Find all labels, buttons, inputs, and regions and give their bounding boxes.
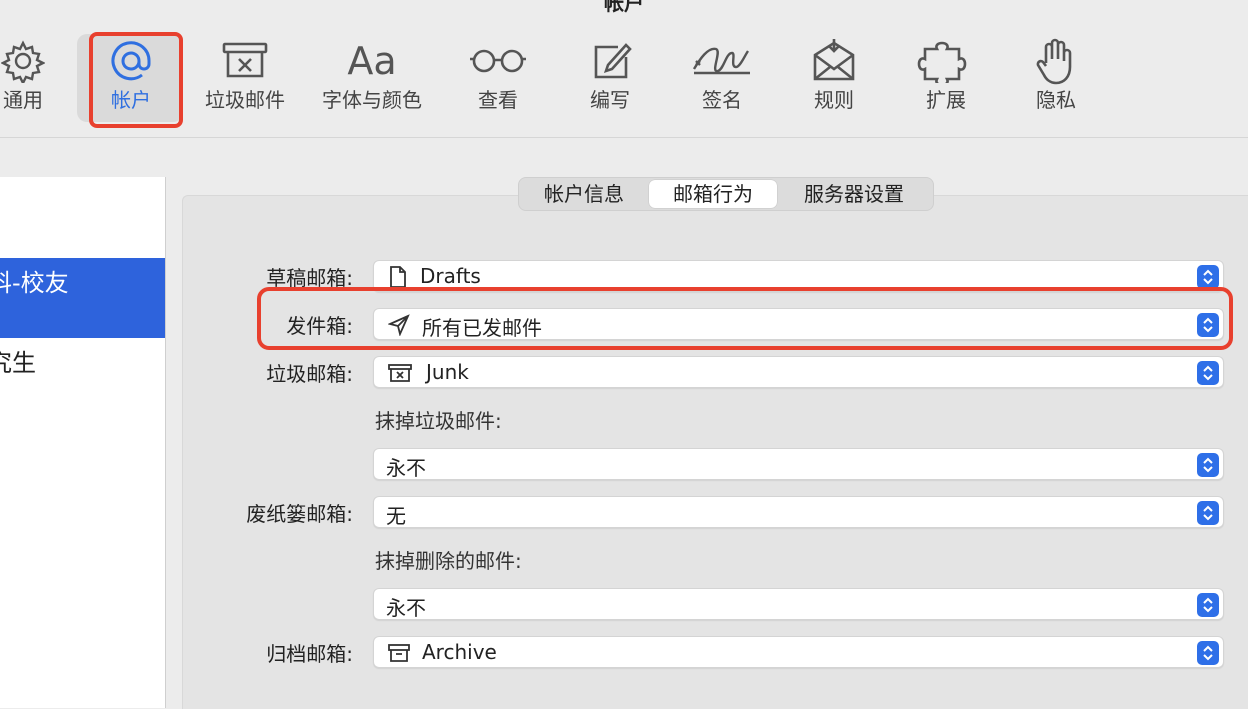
tab-mailbox-behaviors[interactable]: 邮箱行为 [649,180,777,208]
toolbar-privacy[interactable]: 隐私 [1024,34,1088,124]
toolbar-composing-label: 编写 [590,88,630,112]
sidebar-account-graduate[interactable]: 究生 [0,338,165,418]
document-icon [388,266,408,288]
junk-tray-icon [197,34,293,88]
erase-junk-value: 永不 [386,456,426,480]
erase-deleted-label: 抹掉删除的邮件: [375,549,522,573]
hand-icon [1024,34,1088,88]
archive-mailbox-popup[interactable]: Archive [373,636,1224,668]
trash-mailbox-value: 无 [386,504,406,528]
popup-stepper-icon [1197,593,1219,617]
toolbar-viewing-label: 查看 [478,88,518,112]
toolbar-fonts-colors[interactable]: Aa 字体与颜色 [312,34,432,124]
sent-row-highlight-box [257,287,1233,350]
trash-mailbox-label: 废纸篓邮箱: [246,502,353,526]
junk-mailbox-value: Junk [426,360,469,384]
toolbar-junk[interactable]: 垃圾邮件 [197,34,293,124]
rules-envelope-icon [802,34,866,88]
erase-junk-label: 抹掉垃圾邮件: [375,409,502,433]
compose-icon [578,34,642,88]
popup-stepper-icon [1197,641,1219,665]
sidebar-account-label: 科-校友 [0,269,69,297]
tab-account-info[interactable]: 帐户信息 [519,180,649,208]
toolbar-signatures[interactable]: 签名 [686,34,758,124]
toolbar-extensions[interactable]: 扩展 [912,34,980,124]
sidebar-account-alumni[interactable]: 科-校友 [0,258,165,338]
archive-mailbox-value: Archive [422,640,497,664]
toolbar-extensions-label: 扩展 [926,88,966,112]
puzzle-icon [912,34,980,88]
gear-icon [0,34,56,88]
toolbar-privacy-label: 隐私 [1036,88,1076,112]
junk-mailbox-label: 垃圾邮箱: [266,362,353,386]
archive-mailbox-label: 归档邮箱: [266,642,353,666]
popup-stepper-icon [1197,361,1219,385]
tab-control: 帐户信息 邮箱行为 服务器设置 [518,177,934,211]
erase-deleted-value: 永不 [386,596,426,620]
toolbar-junk-label: 垃圾邮件 [205,88,285,112]
sidebar-account-label: 究生 [0,349,36,377]
glasses-icon [463,34,533,88]
trash-mailbox-popup[interactable]: 无 [373,496,1224,528]
accounts-highlight-box [89,32,183,128]
toolbar-general-label: 通用 [3,88,43,112]
junk-tray-icon [388,362,412,384]
drafts-mailbox-value: Drafts [420,264,481,288]
accounts-sidebar: 科-校友 究生 [0,177,166,708]
toolbar-fonts-colors-label: 字体与颜色 [322,88,422,112]
toolbar-rules-label: 规则 [814,88,854,112]
font-aa-icon: Aa [347,39,397,83]
archive-box-icon [388,642,410,664]
signature-icon [686,34,758,88]
toolbar-composing[interactable]: 编写 [578,34,642,124]
popup-stepper-icon [1197,265,1219,289]
window-title: 帐户 [604,0,644,15]
popup-stepper-icon [1197,501,1219,525]
toolbar-signatures-label: 签名 [702,88,742,112]
toolbar-rules[interactable]: 规则 [802,34,866,124]
popup-stepper-icon [1197,453,1219,477]
tab-server-settings[interactable]: 服务器设置 [777,180,931,208]
preferences-toolbar: 帐户 通用 帐户 垃圾邮件 Aa 字体与颜色 查看 编写 签名 规则 扩展 隐私 [0,0,1248,138]
toolbar-general[interactable]: 通用 [0,34,56,124]
erase-junk-popup[interactable]: 永不 [373,448,1224,480]
erase-deleted-popup[interactable]: 永不 [373,588,1224,620]
toolbar-viewing[interactable]: 查看 [463,34,533,124]
junk-mailbox-popup[interactable]: Junk [373,356,1224,388]
